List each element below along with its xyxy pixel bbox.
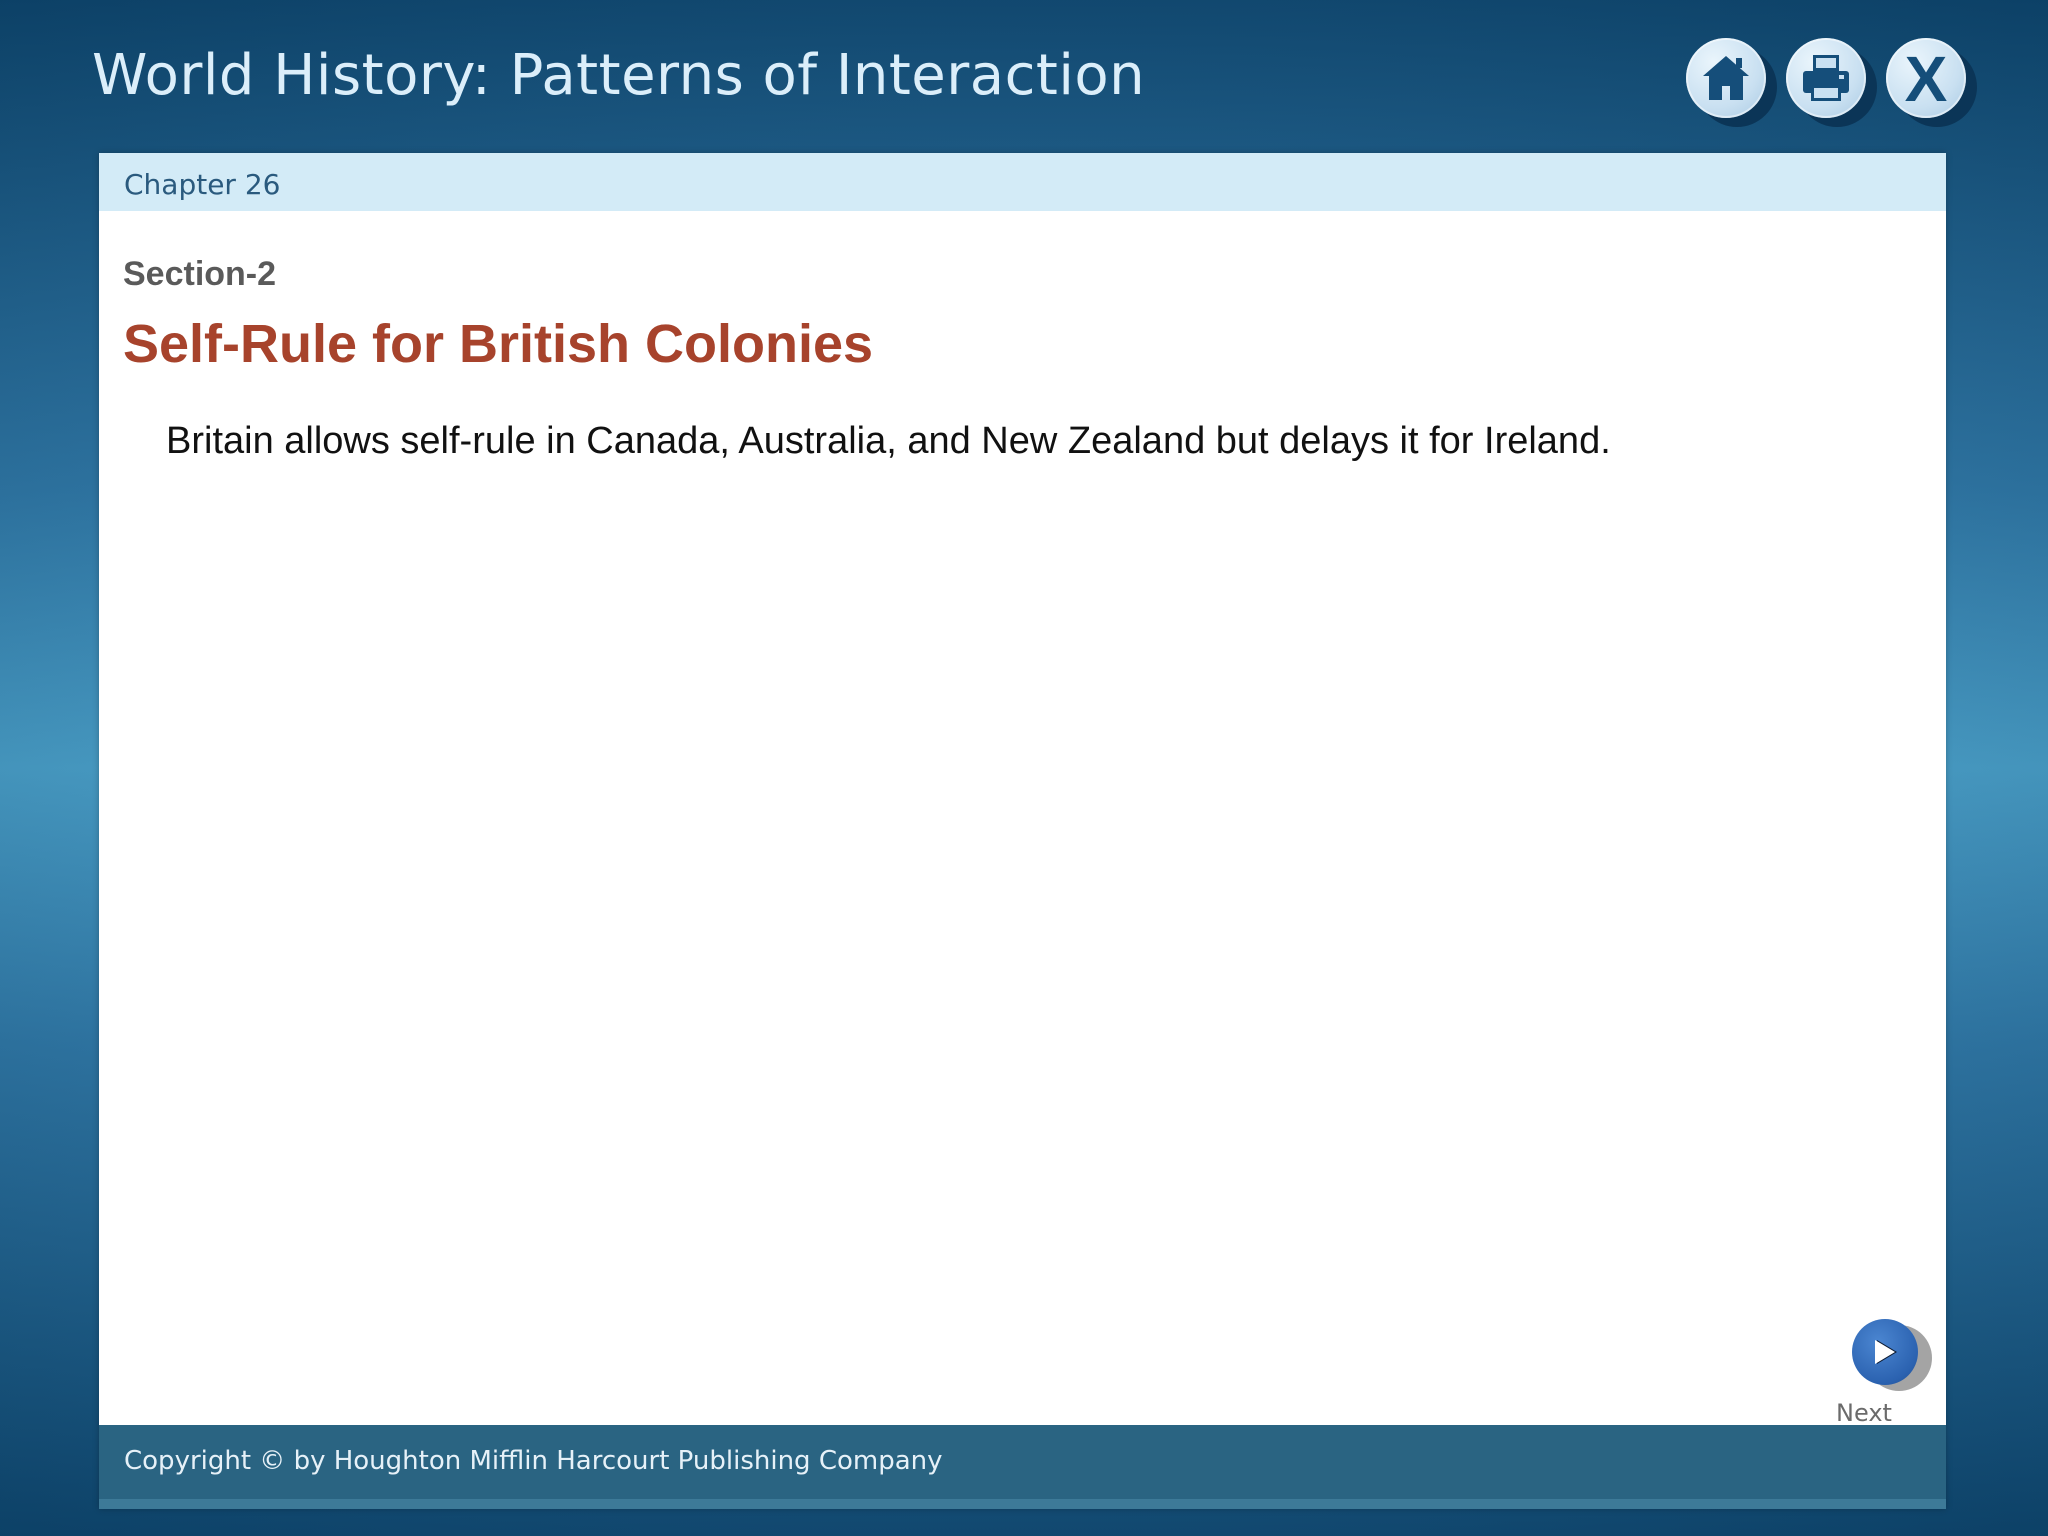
printer-icon <box>1786 38 1866 118</box>
play-arrow-icon <box>1852 1319 1918 1385</box>
section-label: Section-2 <box>123 255 277 293</box>
next-button[interactable] <box>1852 1319 1932 1393</box>
section-title: Self-Rule for British Colonies <box>123 314 874 374</box>
next-control: Next <box>1824 1319 1934 1427</box>
app-title: World History: Patterns of Interaction <box>92 43 1146 108</box>
home-icon <box>1686 38 1766 118</box>
chapter-label: Chapter 26 <box>124 168 281 201</box>
body-text: Britain allows self-rule in Canada, Aust… <box>166 420 1611 462</box>
close-button[interactable]: X <box>1886 38 1977 127</box>
copyright-text: Copyright © by Houghton Mifflin Harcourt… <box>124 1446 943 1476</box>
print-button[interactable] <box>1786 38 1877 127</box>
chapter-bar: Chapter 26 <box>99 153 1946 211</box>
toolbar: X <box>1686 38 1977 127</box>
close-label: X <box>1904 43 1948 115</box>
footer-strip <box>99 1499 1946 1509</box>
next-label: Next <box>1836 1399 1892 1427</box>
home-button[interactable] <box>1686 38 1777 127</box>
close-icon: X <box>1886 38 1966 118</box>
footer-bar: Copyright © by Houghton Mifflin Harcourt… <box>99 1425 1946 1509</box>
slide-panel: Chapter 26 Section-2 Self-Rule for Briti… <box>99 153 1946 1509</box>
